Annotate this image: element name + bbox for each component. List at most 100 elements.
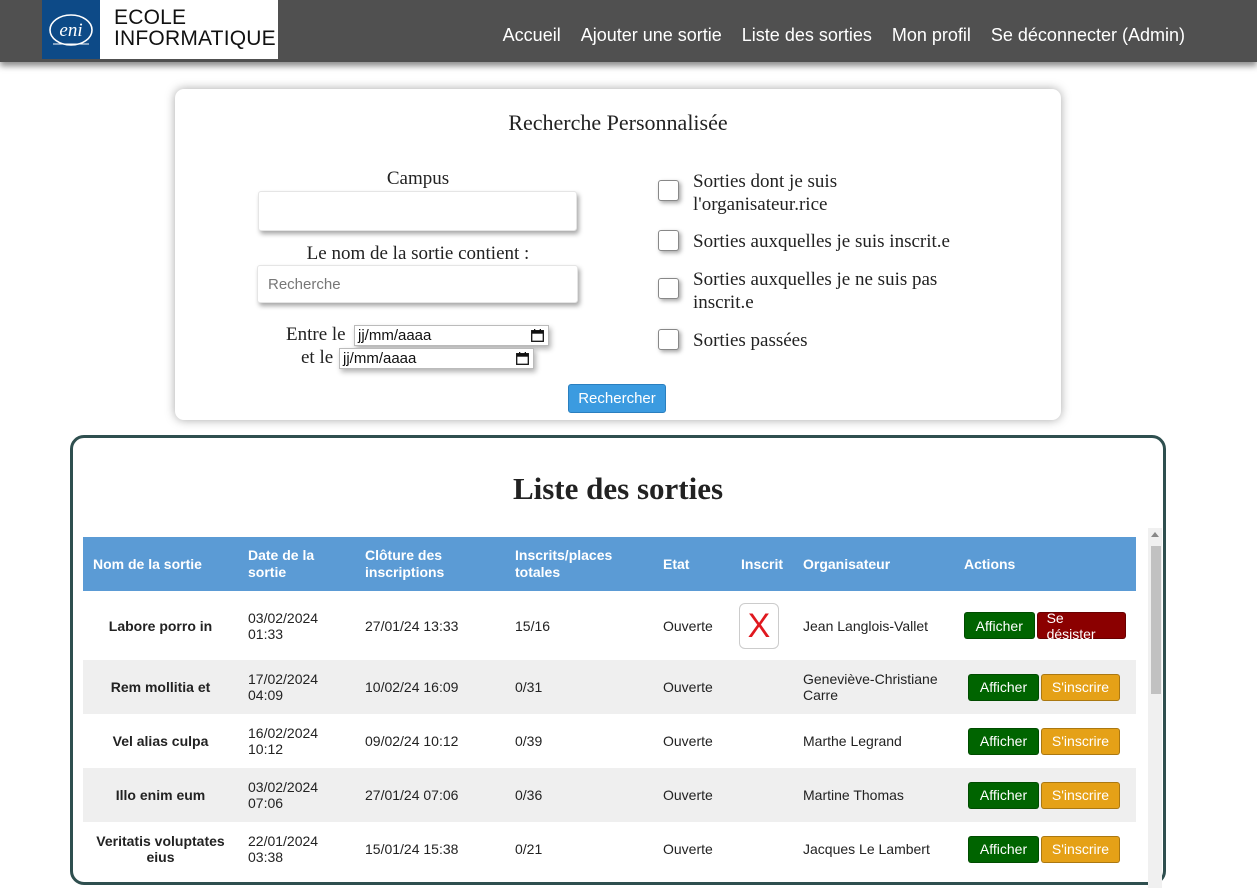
register-button[interactable]: S'inscrire [1041, 673, 1120, 701]
cell-closing: 27/01/24 07:06 [365, 787, 459, 803]
nav-mon-profil[interactable]: Mon profil [892, 25, 971, 46]
cell-actions: Afficher S'inscrire [954, 822, 1136, 876]
calendar-icon[interactable] [531, 329, 544, 342]
svg-text:eni: eni [59, 20, 82, 41]
nav-accueil[interactable]: Accueil [503, 25, 561, 46]
cell-state: Ouverte [663, 841, 713, 857]
scrollbar-thumb[interactable] [1151, 546, 1161, 694]
col-header-inscrit: Inscrit [731, 537, 793, 591]
cell-date: 03/02/2024 07:06 [248, 779, 319, 811]
campus-select[interactable] [258, 191, 577, 231]
show-button[interactable]: Afficher [964, 612, 1035, 639]
outings-list-panel: Liste des sorties Nom de la sortie Date … [70, 435, 1166, 888]
date-to-input[interactable]: jj/mm/aaaa [339, 348, 534, 369]
checkbox-organizer-label: Sorties dont je suis l'organisateur.rice [693, 170, 837, 216]
cell-places: 0/21 [515, 841, 543, 857]
checkbox-organizer[interactable] [658, 180, 679, 201]
search-panel: Recherche Personnalisée Campus Le nom de… [175, 89, 1061, 420]
cell-date: 22/01/2024 03:38 [248, 833, 319, 865]
cell-places: 0/36 [515, 787, 543, 803]
withdraw-button[interactable]: Se désister [1036, 610, 1126, 642]
checkbox-not-registered-label-line2: inscrit.e [693, 292, 754, 313]
cell-organizer[interactable]: Jean Langlois-Vallet [793, 591, 954, 660]
outings-table: Nom de la sortie Date de la sortie Clôtu… [83, 537, 1136, 876]
show-button[interactable]: Afficher [968, 727, 1039, 755]
search-title: Recherche Personnalisée [508, 110, 728, 135]
register-button[interactable]: S'inscrire [1041, 835, 1120, 863]
date-to-placeholder: jj/mm/aaaa [343, 350, 417, 367]
cell-state: Ouverte [663, 733, 713, 749]
cell-organizer[interactable]: Geneviève-Christiane Carre [793, 660, 954, 714]
cell-state: Ouverte [663, 679, 713, 695]
show-button[interactable]: Afficher [968, 835, 1039, 863]
cell-organizer[interactable]: Jacques Le Lambert [793, 822, 954, 876]
logo-text: ECOLE INFORMATIQUE [100, 0, 276, 59]
table-header-row: Nom de la sortie Date de la sortie Clôtu… [83, 537, 1136, 591]
col-header-actions: Actions [954, 537, 1136, 591]
nav-deconnexion[interactable]: Se déconnecter (Admin) [991, 25, 1185, 46]
cell-places: 0/39 [515, 733, 543, 749]
logo-line-2: INFORMATIQUE [114, 27, 276, 50]
register-button[interactable]: S'inscrire [1041, 727, 1120, 755]
between-label: Entre le [286, 324, 346, 345]
cell-actions: Afficher S'inscrire [954, 660, 1136, 714]
top-navbar: eni ECOLE INFORMATIQUE Accueil Ajouter u… [0, 0, 1257, 62]
cell-name: Illo enim eum [115, 787, 206, 803]
cell-date: 16/02/2024 10:12 [248, 725, 319, 757]
cell-closing: 10/02/24 16:09 [365, 679, 459, 695]
cell-closing: 15/01/24 15:38 [365, 841, 459, 857]
cell-date: 17/02/2024 04:09 [248, 671, 319, 703]
cell-places: 15/16 [515, 617, 551, 634]
checkbox-registered-label: Sorties auxquelles je suis inscrit.e [693, 231, 950, 252]
and-label: et le [301, 347, 334, 368]
cell-closing: 27/01/24 13:33 [365, 617, 459, 634]
name-filter-label: Le nom de la sortie contient : [306, 243, 530, 264]
cell-inscrit: X [731, 591, 793, 660]
date-from-placeholder: jj/mm/aaaa [358, 327, 432, 344]
table-row: Rem mollitia et 17/02/2024 04:09 10/02/2… [83, 660, 1136, 714]
list-title: Liste des sorties [512, 471, 724, 506]
cell-actions: Afficher Se désister [954, 591, 1136, 660]
show-button[interactable]: Afficher [968, 781, 1039, 809]
cell-actions: Afficher S'inscrire [954, 714, 1136, 768]
show-button[interactable]: Afficher [968, 673, 1039, 701]
cell-date: 03/02/2024 01:33 [248, 609, 319, 642]
register-button[interactable]: S'inscrire [1041, 781, 1120, 809]
nav-ajouter-sortie[interactable]: Ajouter une sortie [581, 25, 722, 46]
main-nav: Accueil Ajouter une sortie Liste des sor… [503, 25, 1185, 46]
col-header-closing: Clôture des inscriptions [355, 537, 505, 591]
school-logo[interactable]: eni ECOLE INFORMATIQUE [42, 0, 278, 59]
cell-inscrit [731, 822, 793, 876]
table-row: Veritatis voluptates eius 22/01/2024 03:… [83, 822, 1136, 876]
cell-organizer[interactable]: Martine Thomas [793, 768, 954, 822]
checkbox-registered[interactable] [658, 230, 679, 251]
cell-places: 0/31 [515, 679, 543, 695]
cell-closing: 09/02/24 10:12 [365, 733, 459, 749]
col-header-state: Etat [653, 537, 731, 591]
table-scrollbar[interactable] [1148, 528, 1162, 888]
registered-x-icon: X [739, 602, 779, 649]
checkbox-organizer-label-line2: l'organisateur.rice [693, 194, 828, 215]
cell-name: Rem mollitia et [110, 679, 211, 695]
cell-inscrit [731, 660, 793, 714]
search-button[interactable]: Rechercher [568, 384, 666, 413]
cell-name: Veritatis voluptates eius [96, 833, 225, 865]
cell-actions: Afficher S'inscrire [954, 768, 1136, 822]
nav-liste-sorties[interactable]: Liste des sorties [742, 25, 872, 46]
scroll-up-arrow-icon[interactable] [1151, 532, 1159, 537]
cell-name: Vel alias culpa [112, 733, 209, 749]
checkbox-not-registered-label-line1: Sorties auxquelles je ne suis pas [693, 269, 938, 290]
date-from-input[interactable]: jj/mm/aaaa [354, 325, 549, 346]
cell-inscrit [731, 768, 793, 822]
checkbox-organizer-label-line1: Sorties dont je suis [693, 171, 838, 192]
checkbox-past[interactable] [658, 329, 679, 350]
campus-label: Campus [386, 168, 450, 189]
logo-line-1: ECOLE [114, 6, 187, 29]
calendar-icon[interactable] [516, 352, 529, 365]
checkbox-not-registered[interactable] [658, 278, 679, 299]
cell-organizer[interactable]: Marthe Legrand [793, 714, 954, 768]
col-header-name: Nom de la sortie [83, 537, 238, 591]
search-input[interactable]: Recherche [257, 265, 578, 303]
table-row: Illo enim eum 03/02/2024 07:06 27/01/24 … [83, 768, 1136, 822]
table-row: Vel alias culpa 16/02/2024 10:12 09/02/2… [83, 714, 1136, 768]
